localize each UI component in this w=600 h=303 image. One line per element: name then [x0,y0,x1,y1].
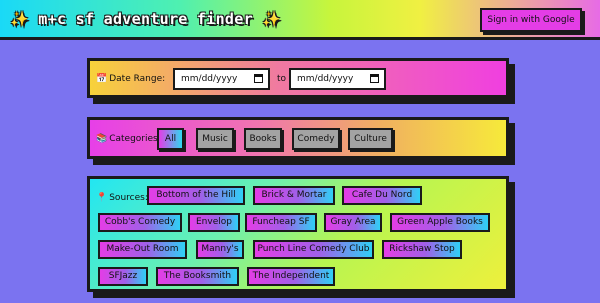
sign-in-google-button[interactable]: Sign in with Google [480,8,582,32]
source-chip[interactable]: SFJazz [98,267,148,286]
end-date-placeholder: mm/dd/yyyy [297,74,354,84]
source-chip[interactable]: Green Apple Books [390,213,490,232]
source-chip[interactable]: Punch Line Comedy Club [253,240,374,259]
categories-label-group: 📚 Categories: [96,134,161,144]
calendar-icon: 📅 [96,74,108,84]
source-chip[interactable]: Cafe Du Nord [342,186,422,205]
end-date-input[interactable]: mm/dd/yyyy [289,68,386,90]
sources-label-group: 📍 Sources: [96,193,148,203]
source-chip[interactable]: Funcheap SF [245,213,317,232]
source-chip[interactable]: Brick & Mortar [253,186,335,205]
source-chip[interactable]: Gray Area [324,213,382,232]
category-comedy-button[interactable]: Comedy [292,128,340,150]
date-range-label-group: 📅 Date Range: [96,74,165,84]
source-chip[interactable]: The Booksmith [156,267,239,286]
category-music-button[interactable]: Music [196,128,234,150]
date-range-separator: to [277,74,287,84]
source-chip[interactable]: The Independent [247,267,335,286]
source-chip[interactable]: Manny's [196,240,244,259]
start-date-placeholder: mm/dd/yyyy [181,74,238,84]
category-books-button[interactable]: Books [244,128,282,150]
app-title: ✨ m+c sf adventure finder ✨ [10,10,282,28]
app-header: ✨ m+c sf adventure finder ✨ Sign in with… [0,0,600,40]
calendar-picker-icon[interactable] [254,74,263,83]
date-range-label: Date Range: [109,74,166,84]
source-chip[interactable]: Envelop [188,213,240,232]
sources-label: Sources: [109,193,148,203]
pin-icon: 📍 [96,193,108,203]
source-chip[interactable]: Cobb's Comedy [98,213,182,232]
sources-panel: 📍 Sources: Bottom of the Hill Brick & Mor… [87,176,509,292]
categories-panel: 📚 Categories: All Music Books Comedy Cult… [87,117,509,159]
calendar-picker-icon[interactable] [370,74,379,83]
category-all-button[interactable]: All [157,128,184,150]
source-chip[interactable]: Make-Out Room [98,240,187,259]
source-chip[interactable]: Rickshaw Stop [382,240,462,259]
categories-label: Categories: [109,134,161,144]
source-chip[interactable]: Bottom of the Hill [147,186,245,205]
start-date-input[interactable]: mm/dd/yyyy [173,68,270,90]
books-icon: 📚 [96,134,108,144]
category-culture-button[interactable]: Culture [348,128,393,150]
date-range-panel: 📅 Date Range: mm/dd/yyyy to mm/dd/yyyy [87,58,509,98]
